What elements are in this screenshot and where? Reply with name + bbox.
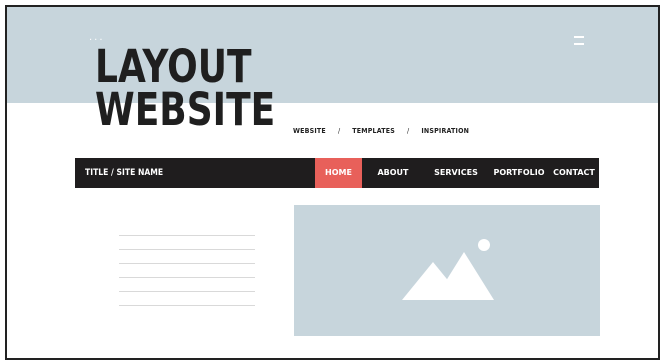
image-placeholder — [294, 205, 600, 336]
title-line-2: WEBSITE — [95, 83, 276, 136]
text-line — [119, 277, 255, 278]
text-line — [119, 291, 255, 292]
nav-item-home[interactable]: HOME — [315, 158, 362, 188]
navbar: TITLE / SITE NAME HOME ABOUT SERVICES PO… — [75, 158, 599, 188]
title-line-1: LAYOUT — [95, 40, 252, 93]
nav-item-contact[interactable]: CONTACT — [549, 158, 599, 188]
text-line — [119, 305, 255, 306]
text-placeholder — [119, 235, 255, 319]
nav-item-about[interactable]: ABOUT — [373, 158, 413, 188]
mountain-image-icon — [402, 239, 494, 300]
breadcrumb-item-website[interactable]: WEBSITE — [293, 127, 326, 135]
breadcrumb: WEBSITE / TEMPLATES / INSPIRATION — [293, 127, 469, 135]
breadcrumb-separator: / — [407, 127, 410, 135]
text-line — [119, 249, 255, 250]
breadcrumb-item-inspiration[interactable]: INSPIRATION — [421, 127, 469, 135]
page-title: LAYOUT WEBSITE — [95, 40, 276, 136]
nav-item-services[interactable]: SERVICES — [427, 158, 485, 188]
text-line — [119, 263, 255, 264]
site-name[interactable]: TITLE / SITE NAME — [85, 158, 163, 188]
breadcrumb-separator: / — [337, 127, 341, 135]
nav-item-portfolio[interactable]: PORTFOLIO — [488, 158, 550, 188]
menu-icon[interactable] — [574, 36, 584, 45]
browser-frame: ... LAYOUT WEBSITE WEBSITE / TEMPLATES / INS… — [5, 5, 660, 360]
text-line — [119, 235, 255, 236]
breadcrumb-item-templates[interactable]: TEMPLATES — [352, 127, 395, 135]
